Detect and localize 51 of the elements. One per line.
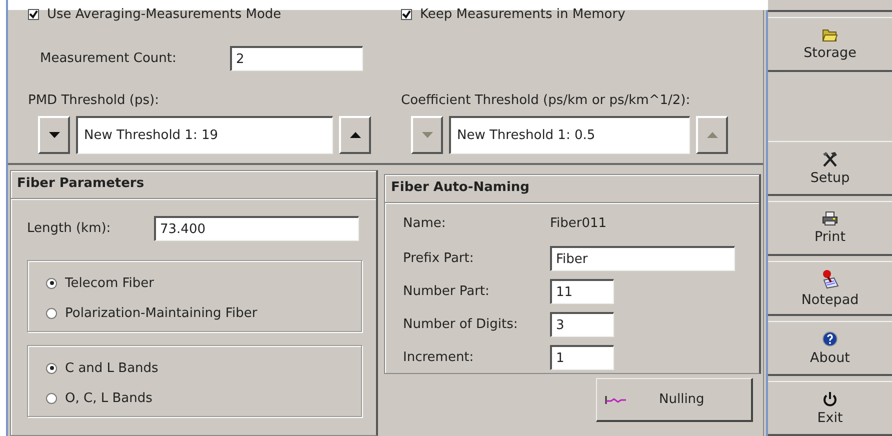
sidebar-button[interactable]: About xyxy=(768,321,892,376)
radio-button[interactable] xyxy=(46,308,57,318)
caret-up-icon xyxy=(350,132,360,138)
nulling-button[interactable]: Nulling xyxy=(596,378,753,422)
field-label: Measurement Count: xyxy=(40,51,178,66)
tools-icon xyxy=(821,150,839,166)
input-field[interactable]: 1 xyxy=(550,345,614,370)
field-label: Length (km): xyxy=(27,221,112,236)
input-field[interactable]: 73.400 xyxy=(154,216,359,241)
input-field[interactable]: Fiber xyxy=(550,246,735,271)
threshold-label: Coefficient Threshold (ps/km or ps/km^1/2): xyxy=(401,93,692,108)
checkbox-label: Use Averaging-Measurements Mode xyxy=(47,6,282,22)
caret-up-icon xyxy=(706,132,718,138)
checkbox-label: Keep Measurements in Memory xyxy=(420,6,626,22)
threshold-field[interactable]: New Threshold 1: 19 xyxy=(76,116,333,154)
input-field[interactable]: 11 xyxy=(550,279,614,304)
caret-down-icon xyxy=(48,132,60,138)
radio-button[interactable] xyxy=(46,392,57,404)
checkbox[interactable] xyxy=(401,8,412,20)
power-icon xyxy=(822,390,838,406)
increment-button[interactable] xyxy=(339,116,371,154)
folder-icon xyxy=(822,28,838,42)
radio-label: O, C, L Bands xyxy=(65,390,152,406)
radio-label: Polarization-Maintaining Fiber xyxy=(65,306,258,320)
field-label: Prefix Part: xyxy=(403,251,475,266)
threshold-label: PMD Threshold (ps): xyxy=(28,93,160,108)
wave-icon xyxy=(605,394,627,404)
panel-title: Fiber Parameters xyxy=(11,171,376,199)
printer-icon xyxy=(821,211,839,226)
decrement-button[interactable] xyxy=(38,116,70,154)
help-icon xyxy=(822,330,838,346)
field-label: Number of Digits: xyxy=(403,317,519,332)
radio-button[interactable] xyxy=(46,278,57,288)
input-field[interactable]: 2 xyxy=(230,46,363,71)
sidebar-button[interactable]: Storage xyxy=(768,17,892,72)
name-value: Fiber011 xyxy=(550,216,608,231)
radio-label: Telecom Fiber xyxy=(65,276,154,290)
radio-button[interactable] xyxy=(46,362,57,374)
pushpin-note-icon xyxy=(820,268,840,288)
input-field[interactable]: 3 xyxy=(550,312,614,337)
sidebar-button[interactable]: Print xyxy=(768,201,892,256)
checkbox[interactable] xyxy=(28,8,39,20)
sidebar-button[interactable]: Notepad xyxy=(768,261,892,316)
field-label: Increment: xyxy=(403,350,475,365)
field-label: Number Part: xyxy=(403,284,490,299)
sidebar-button[interactable]: Setup xyxy=(768,141,892,196)
field-label: Name: xyxy=(403,216,447,231)
caret-down-icon xyxy=(422,132,432,138)
panel-title: Fiber Auto-Naming xyxy=(385,175,759,203)
radio-label: C and L Bands xyxy=(65,360,158,376)
sidebar-button[interactable]: Exit xyxy=(768,381,892,436)
